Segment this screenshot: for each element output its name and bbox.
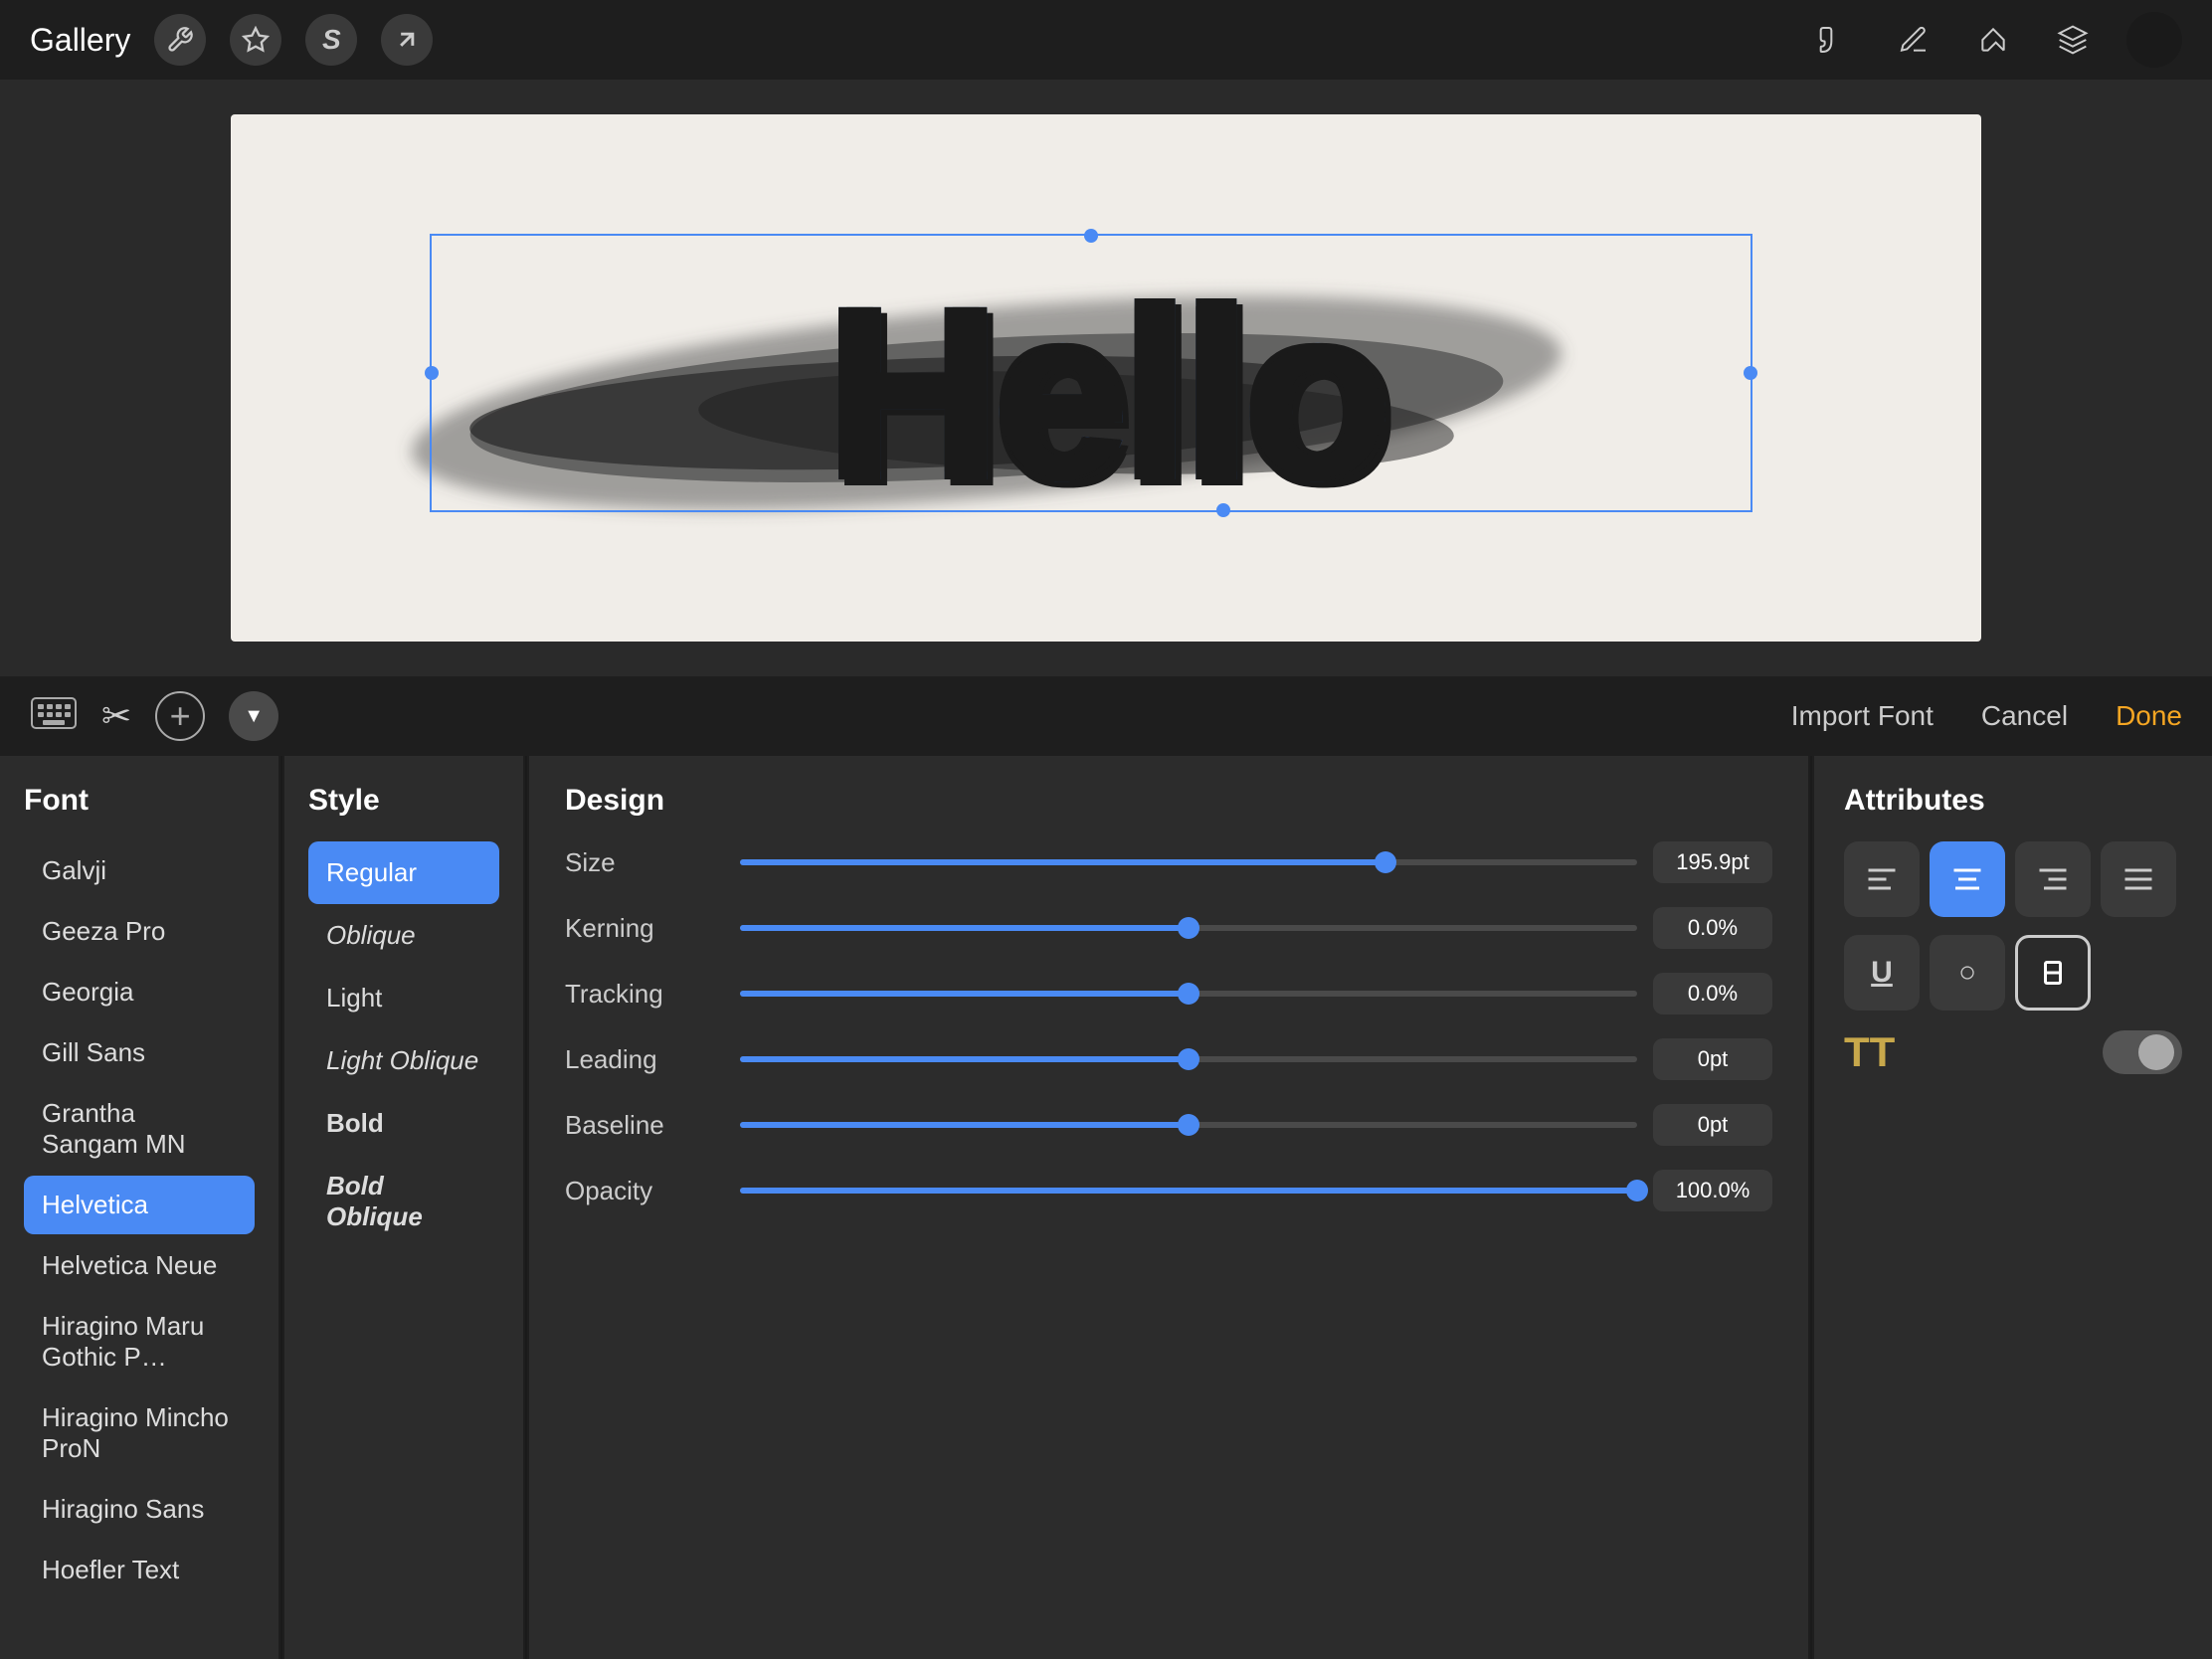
top-bar-right [1808,12,2182,68]
font-item-helvetica-neue[interactable]: Helvetica Neue [24,1236,255,1295]
outline-button[interactable]: ○ [1930,935,2005,1011]
size-label: Size [565,847,724,878]
gallery-label[interactable]: Gallery [30,22,130,59]
style-light-oblique[interactable]: Light Oblique [308,1029,499,1092]
magic-icon[interactable] [230,14,281,66]
attributes-panel: Attributes [1814,756,2212,1659]
opacity-label: Opacity [565,1176,724,1206]
design-panel-title: Design [565,784,1772,818]
color-picker-icon[interactable] [2126,12,2182,68]
tracking-value: 0.0% [1653,973,1772,1014]
design-row-baseline: Baseline 0pt [565,1104,1772,1146]
toolbar-left: ✂ + ▼ [30,691,278,741]
canvas[interactable]: Hello [231,114,1981,642]
style-panel: Style Regular Oblique Light Light Obliqu… [284,756,523,1659]
smudge-tool-icon[interactable] [1888,14,1939,66]
style-bold[interactable]: Bold [308,1092,499,1155]
design-row-size: Size 195.9pt [565,841,1772,883]
tt-label: TT [1844,1028,1895,1076]
style-bold-oblique[interactable]: Bold Oblique [308,1155,499,1248]
size-slider[interactable] [740,859,1637,865]
style-panel-title: Style [308,784,499,818]
attributes-panel-title: Attributes [1844,784,2182,818]
style-regular[interactable]: Regular [308,841,499,904]
kerning-value: 0.0% [1653,907,1772,949]
design-panel: Design Size 195.9pt Kerning 0.0% [529,756,1808,1659]
alignment-row [1844,841,2182,917]
top-bar-left: Gallery S [30,14,433,66]
baseline-value: 0pt [1653,1104,1772,1146]
leading-slider[interactable] [740,1056,1637,1062]
design-row-tracking: Tracking 0.0% [565,973,1772,1014]
font-item-georgia[interactable]: Georgia [24,963,255,1021]
divider-font-style [280,756,282,1659]
done-button[interactable]: Done [2116,700,2182,732]
font-item-hiragino-mincho[interactable]: Hiragino Mincho ProN [24,1388,255,1478]
panels-area: Font Galvji Geeza Pro Georgia Gill Sans … [0,756,2212,1659]
style-buttons-row: U ○ [1844,935,2182,1011]
layers-icon[interactable] [2047,14,2099,66]
hello-text[interactable]: Hello [827,256,1385,530]
tracking-slider[interactable] [740,991,1637,997]
opacity-slider[interactable] [740,1188,1637,1194]
add-button[interactable]: + [155,691,205,741]
font-panel-title: Font [24,784,255,818]
divider-design-attributes [1810,756,1812,1659]
leading-label: Leading [565,1044,724,1075]
size-value: 195.9pt [1653,841,1772,883]
wrench-icon[interactable] [154,14,206,66]
align-center-button[interactable] [1930,841,2005,917]
align-right-button[interactable] [2015,841,2091,917]
font-item-grantha[interactable]: Grantha Sangam MN [24,1084,255,1174]
underline-button[interactable]: U [1844,935,1920,1011]
font-item-helvetica[interactable]: Helvetica [24,1176,255,1234]
style-light[interactable]: Light [308,967,499,1029]
import-font-button[interactable]: Import Font [1791,700,1934,732]
brush-tool-icon[interactable] [1808,14,1860,66]
eraser-tool-icon[interactable] [1967,14,2019,66]
font-list: Galvji Geeza Pro Georgia Gill Sans Grant… [24,841,255,1599]
font-item-hiragino-maru[interactable]: Hiragino Maru Gothic P… [24,1297,255,1386]
tracking-label: Tracking [565,979,724,1010]
baseline-slider[interactable] [740,1122,1637,1128]
top-bar: Gallery S [0,0,2212,80]
font-panel: Font Galvji Geeza Pro Georgia Gill Sans … [0,756,278,1659]
baseline-label: Baseline [565,1110,724,1141]
design-row-kerning: Kerning 0.0% [565,907,1772,949]
style-list: Regular Oblique Light Light Oblique Bold… [308,841,499,1248]
style-oblique[interactable]: Oblique [308,904,499,967]
design-row-leading: Leading 0pt [565,1038,1772,1080]
kerning-slider[interactable] [740,925,1637,931]
tt-row: TT [1844,1028,2182,1076]
align-justify-button[interactable] [2101,841,2176,917]
divider-style-design [525,756,527,1659]
align-left-button[interactable] [1844,841,1920,917]
font-item-hoefler[interactable]: Hoefler Text [24,1541,255,1599]
leading-value: 0pt [1653,1038,1772,1080]
toolbar-right: Import Font Cancel Done [1791,700,2182,732]
toggle-knob [2138,1034,2174,1070]
scissors-button[interactable]: ✂ [101,695,131,737]
kerning-label: Kerning [565,913,724,944]
hello-text-wrapper: Hello [231,144,1981,642]
keyboard-button[interactable] [30,696,78,737]
script-icon[interactable]: S [305,14,357,66]
font-item-gill-sans[interactable]: Gill Sans [24,1023,255,1082]
strikethrough-button[interactable] [2015,935,2091,1011]
canvas-area: Hello [0,80,2212,676]
font-item-geeza-pro[interactable]: Geeza Pro [24,902,255,961]
toggle-switch[interactable] [2103,1030,2182,1074]
font-item-galvji[interactable]: Galvji [24,841,255,900]
cancel-button[interactable]: Cancel [1981,700,2068,732]
font-item-hiragino-sans[interactable]: Hiragino Sans [24,1480,255,1539]
opacity-value: 100.0% [1653,1170,1772,1211]
dropdown-button[interactable]: ▼ [229,691,278,741]
arrow-icon[interactable] [381,14,433,66]
toolbar-row: ✂ + ▼ Import Font Cancel Done [0,676,2212,756]
design-row-opacity: Opacity 100.0% [565,1170,1772,1211]
